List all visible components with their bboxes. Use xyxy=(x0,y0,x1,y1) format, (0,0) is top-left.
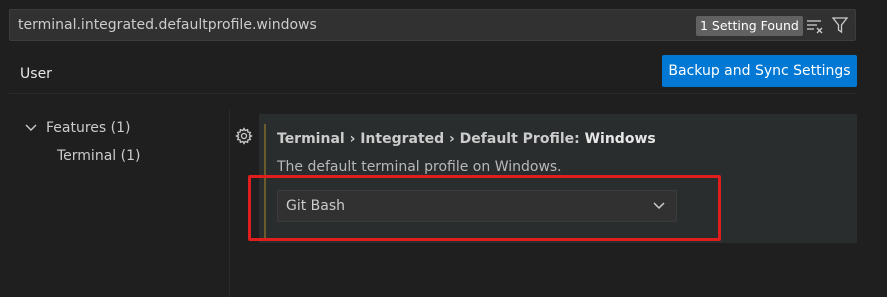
profile-dropdown[interactable]: Git Bash xyxy=(277,190,677,222)
backup-sync-button[interactable]: Backup and Sync Settings xyxy=(662,55,857,87)
result-count-badge: 1 Setting Found xyxy=(696,16,803,36)
toc-item-terminal[interactable]: Terminal (1) xyxy=(57,146,140,166)
panel-divider xyxy=(229,110,230,297)
setting-title: Terminal › Integrated › Default Profile:… xyxy=(277,131,656,147)
chevron-down-icon xyxy=(25,124,37,131)
setting-description: The default terminal profile on Windows. xyxy=(277,159,562,175)
dropdown-selected-value: Git Bash xyxy=(286,198,346,214)
chevron-down-icon xyxy=(653,202,665,210)
toc-features-label: Features (1) xyxy=(46,120,131,136)
header-divider xyxy=(9,93,856,94)
filter-icon[interactable] xyxy=(831,16,849,34)
gear-icon[interactable] xyxy=(235,127,253,145)
setting-item: Terminal › Integrated › Default Profile:… xyxy=(259,114,857,243)
tab-user[interactable]: User xyxy=(9,60,63,94)
setting-name: Windows xyxy=(584,131,656,147)
settings-search[interactable]: 1 Setting Found xyxy=(9,9,856,41)
clear-filter-icon[interactable] xyxy=(806,18,824,34)
search-input[interactable] xyxy=(18,10,678,40)
setting-category: Terminal › Integrated › Default Profile: xyxy=(277,131,585,147)
modified-indicator xyxy=(264,124,266,239)
